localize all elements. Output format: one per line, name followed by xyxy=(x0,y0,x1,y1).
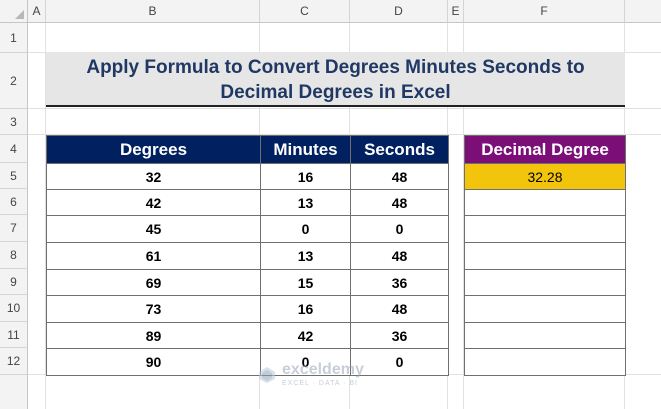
decimal-degree-table: Decimal Degree 32.28 xyxy=(464,135,626,376)
header-minutes[interactable]: Minutes xyxy=(260,135,351,164)
row-header-10[interactable]: 10 xyxy=(0,295,28,322)
column-header-c[interactable]: C xyxy=(260,0,350,23)
minutes-cell[interactable]: 16 xyxy=(260,163,351,190)
exceldemy-watermark: exceldemy EXCEL · DATA · BI xyxy=(258,362,364,387)
seconds-cell[interactable]: 36 xyxy=(350,322,449,349)
select-all-corner[interactable] xyxy=(0,0,28,23)
table-row: 69 15 36 xyxy=(46,269,449,296)
table-row: 32 16 48 xyxy=(46,163,449,190)
seconds-cell[interactable]: 0 xyxy=(350,215,449,243)
minutes-cell[interactable]: 15 xyxy=(260,269,351,296)
select-all-triangle-icon xyxy=(15,10,24,19)
table-row: 89 42 36 xyxy=(46,322,449,349)
table-row xyxy=(464,348,626,376)
row-header-9[interactable]: 9 xyxy=(0,269,28,295)
seconds-cell[interactable]: 36 xyxy=(350,269,449,296)
table-row xyxy=(464,269,626,296)
dms-table: Degrees Minutes Seconds 32 16 48 42 13 4… xyxy=(46,135,449,376)
table-row xyxy=(464,295,626,323)
title-line-2: Decimal Degrees in Excel xyxy=(220,82,451,103)
minutes-cell[interactable]: 42 xyxy=(260,322,351,349)
table-row xyxy=(464,322,626,349)
exceldemy-logo-icon xyxy=(259,366,275,383)
row-header-3[interactable]: 3 xyxy=(0,109,28,135)
decimal-degree-cell[interactable] xyxy=(464,269,626,296)
table-row: 61 13 48 xyxy=(46,242,449,270)
seconds-cell[interactable]: 48 xyxy=(350,295,449,323)
minutes-cell[interactable]: 13 xyxy=(260,242,351,270)
column-header-a[interactable]: A xyxy=(28,0,46,23)
column-header-d[interactable]: D xyxy=(350,0,448,23)
degrees-cell[interactable]: 42 xyxy=(46,189,261,216)
decimal-degree-cell[interactable] xyxy=(464,322,626,349)
row-header-1[interactable]: 1 xyxy=(0,23,28,53)
decimal-degree-cell[interactable] xyxy=(464,242,626,270)
row-header-13[interactable] xyxy=(0,375,28,409)
title-banner[interactable]: Apply Formula to Convert Degrees Minutes… xyxy=(46,52,625,107)
title-line-1: Apply Formula to Convert Degrees Minutes… xyxy=(86,57,585,78)
decimal-degree-cell[interactable] xyxy=(464,189,626,216)
degrees-cell[interactable]: 61 xyxy=(46,242,261,270)
row-header-12[interactable]: 12 xyxy=(0,348,28,375)
degrees-cell[interactable]: 89 xyxy=(46,322,261,349)
degrees-cell[interactable]: 32 xyxy=(46,163,261,190)
row-header-4[interactable]: 4 xyxy=(0,135,28,163)
degrees-cell[interactable]: 73 xyxy=(46,295,261,323)
row-header-6[interactable]: 6 xyxy=(0,189,28,215)
table-header-row: Decimal Degree xyxy=(464,135,626,164)
table-row: 32.28 xyxy=(464,163,626,190)
row-header-8[interactable]: 8 xyxy=(0,242,28,269)
watermark-name: exceldemy xyxy=(282,361,364,378)
row-header-2[interactable]: 2 xyxy=(0,53,28,109)
degrees-cell[interactable]: 90 xyxy=(46,348,261,376)
table-row xyxy=(464,242,626,270)
seconds-cell[interactable]: 48 xyxy=(350,163,449,190)
column-header-b[interactable]: B xyxy=(46,0,260,23)
seconds-cell[interactable]: 0 xyxy=(350,348,449,376)
row-header-7[interactable]: 7 xyxy=(0,215,28,242)
gridline xyxy=(28,108,661,109)
minutes-cell[interactable]: 0 xyxy=(260,215,351,243)
table-row: 90 0 0 xyxy=(46,348,449,376)
minutes-cell[interactable]: 16 xyxy=(260,295,351,323)
degrees-cell[interactable]: 45 xyxy=(46,215,261,243)
row-header-11[interactable]: 11 xyxy=(0,322,28,348)
degrees-cell[interactable]: 69 xyxy=(46,269,261,296)
table-header-row: Degrees Minutes Seconds xyxy=(46,135,449,164)
seconds-cell[interactable]: 48 xyxy=(350,189,449,216)
table-row: 73 16 48 xyxy=(46,295,449,323)
row-header-5[interactable]: 5 xyxy=(0,163,28,189)
header-degrees[interactable]: Degrees xyxy=(46,135,261,164)
table-row xyxy=(464,189,626,216)
decimal-degree-cell[interactable] xyxy=(464,215,626,243)
column-header-e[interactable]: E xyxy=(448,0,464,23)
minutes-cell[interactable]: 13 xyxy=(260,189,351,216)
decimal-degree-cell[interactable] xyxy=(464,295,626,323)
column-header-f[interactable]: F xyxy=(464,0,625,23)
header-decimal-degree[interactable]: Decimal Degree xyxy=(464,135,626,164)
seconds-cell[interactable]: 48 xyxy=(350,242,449,270)
table-row: 42 13 48 xyxy=(46,189,449,216)
decimal-degree-cell[interactable] xyxy=(464,348,626,376)
header-seconds[interactable]: Seconds xyxy=(350,135,449,164)
decimal-degree-cell[interactable]: 32.28 xyxy=(464,163,626,190)
column-header-g[interactable] xyxy=(625,0,661,23)
table-row: 45 0 0 xyxy=(46,215,449,243)
table-row xyxy=(464,215,626,243)
watermark-tagline: EXCEL · DATA · BI xyxy=(282,380,358,387)
